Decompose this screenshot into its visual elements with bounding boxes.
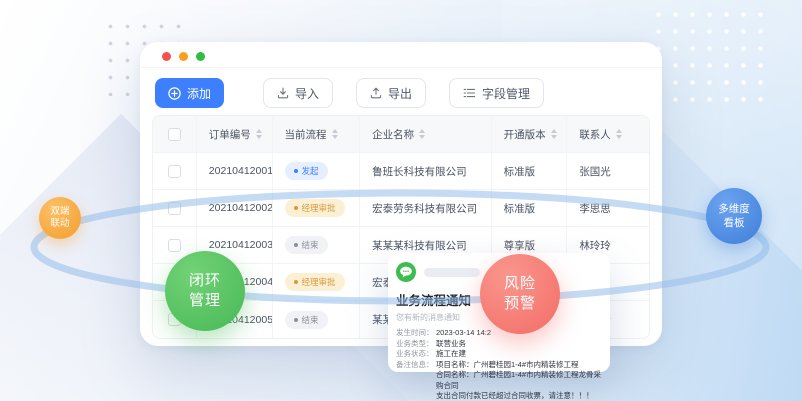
- header-label: 联系人: [579, 127, 611, 142]
- cell-order-id: 20210412002: [197, 190, 273, 226]
- toolbar: 添加 导入 导出 字段管理: [155, 78, 544, 108]
- field-label: 业务状态：: [396, 349, 436, 360]
- cell-order-id: 20210412001: [197, 153, 273, 189]
- export-button[interactable]: 导出: [356, 78, 426, 108]
- add-button[interactable]: 添加: [155, 78, 224, 108]
- table-row[interactable]: 20210412001 发起 鲁班长科技有限公司 标准版 张国光: [153, 153, 649, 190]
- field-value: 联营业务: [436, 339, 602, 350]
- header-label: 企业名称: [372, 127, 414, 142]
- add-button-label: 添加: [187, 85, 211, 102]
- export-button-label: 导出: [388, 85, 412, 102]
- sort-icon[interactable]: [419, 129, 425, 139]
- field-value: 施工在建: [436, 349, 602, 360]
- row-checkbox[interactable]: [168, 165, 181, 178]
- feature-badge-closed-loop: 闭环 管理: [165, 251, 245, 331]
- traffic-light-green-icon[interactable]: [196, 52, 205, 61]
- cell-version: 标准版: [492, 153, 568, 189]
- feature-badge-risk-warning: 风险 预警: [480, 254, 560, 334]
- sort-icon[interactable]: [616, 129, 622, 139]
- notification-body: 发生时间： 2023-03-14 14:2 业务类型： 联营业务 业务状态： 施…: [396, 328, 602, 401]
- field-manage-button-label: 字段管理: [482, 85, 530, 102]
- badge-text: 预警: [504, 294, 536, 314]
- cell-contact: 李思思: [567, 190, 649, 226]
- wechat-icon: [396, 262, 416, 282]
- header-cell-order-id: 订单编号: [197, 116, 273, 152]
- select-all-checkbox[interactable]: [168, 128, 181, 141]
- table-row[interactable]: 20210412002 经理审批 宏泰劳务科技有限公司 标准版 李思思: [153, 190, 649, 227]
- sort-icon[interactable]: [551, 129, 557, 139]
- header-cell-company: 企业名称: [360, 116, 491, 152]
- field-label: 发生时间：: [396, 328, 436, 339]
- header-cell-flow: 当前流程: [273, 116, 361, 152]
- badge-text: 联动: [50, 218, 69, 230]
- header-label: 订单编号: [209, 127, 251, 142]
- circle-plus-icon: [168, 87, 181, 100]
- import-button[interactable]: 导入: [263, 78, 333, 108]
- window-titlebar: [140, 42, 662, 68]
- field-manage-button[interactable]: 字段管理: [449, 78, 544, 108]
- sort-icon[interactable]: [332, 129, 338, 139]
- traffic-light-yellow-icon[interactable]: [179, 52, 188, 61]
- placeholder-bar: [424, 268, 480, 277]
- status-badge: 经理审批: [285, 273, 345, 291]
- remark-line: 合同名称：广州碧桂园1-4#市内精装修工程龙骨采购合同: [396, 370, 602, 391]
- page: { "colors": { "accent_blue": "#3d7fff", …: [0, 0, 802, 401]
- header-label: 当前流程: [285, 127, 327, 142]
- export-icon: [370, 87, 382, 99]
- status-badge: 经理审批: [285, 199, 345, 217]
- header-label: 开通版本: [504, 127, 546, 142]
- status-badge: 发起: [285, 162, 328, 180]
- import-icon: [277, 87, 289, 99]
- header-cell-contact: 联系人: [567, 116, 649, 152]
- row-checkbox[interactable]: [168, 202, 181, 215]
- dot-grid-white: [650, 6, 768, 104]
- badge-text: 看板: [724, 216, 745, 230]
- table-header-row: 订单编号 当前流程 企业名称 开通版本 联系人: [153, 116, 649, 153]
- import-button-label: 导入: [295, 85, 319, 102]
- traffic-light-red-icon[interactable]: [162, 52, 171, 61]
- cell-version: 标准版: [492, 190, 568, 226]
- cell-company: 鲁班长科技有限公司: [360, 153, 491, 189]
- badge-text: 风险: [504, 274, 536, 294]
- field-label: 备注信息：: [396, 360, 436, 371]
- badge-text: 双端: [50, 206, 69, 218]
- badge-text: 管理: [189, 291, 221, 311]
- cell-company: 宏泰劳务科技有限公司: [360, 190, 491, 226]
- status-badge: 结束: [285, 311, 328, 329]
- sort-icon[interactable]: [256, 129, 262, 139]
- field-value: 项目名称：广州碧桂园1-4#市内精装修工程: [436, 360, 602, 371]
- header-cell-version: 开通版本: [492, 116, 568, 152]
- field-manage-icon: [463, 87, 476, 99]
- badge-text: 多维度: [718, 202, 750, 216]
- status-badge: 结束: [285, 236, 328, 254]
- field-label: 业务类型：: [396, 339, 436, 350]
- badge-text: 闭环: [189, 271, 221, 291]
- cell-contact: 张国光: [567, 153, 649, 189]
- header-cell-checkbox: [153, 116, 197, 152]
- feature-badge-multi-dashboard: 多维度 看板: [706, 188, 762, 244]
- row-checkbox[interactable]: [168, 239, 181, 252]
- feature-badge-dual-linkage: 双端 联动: [39, 197, 81, 239]
- remark-line: 支出合同付款已经超过合同收票，请注意！！！: [396, 391, 602, 401]
